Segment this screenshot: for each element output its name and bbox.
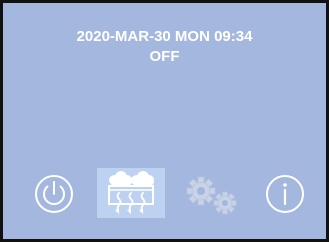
datetime-display: 2020-MAR-30 MON 09:34 xyxy=(76,28,253,45)
climate-button[interactable] xyxy=(97,168,165,218)
climate-icon xyxy=(108,171,154,214)
power-button[interactable] xyxy=(33,173,75,215)
info-icon xyxy=(266,175,304,213)
power-icon xyxy=(35,175,73,213)
settings-button[interactable] xyxy=(181,174,243,218)
status-display: OFF xyxy=(149,48,180,65)
info-button[interactable] xyxy=(264,173,306,215)
thermostat-screen: 2020-MAR-30 MON 09:34 OFF xyxy=(0,0,329,242)
settings-icon xyxy=(186,176,237,215)
